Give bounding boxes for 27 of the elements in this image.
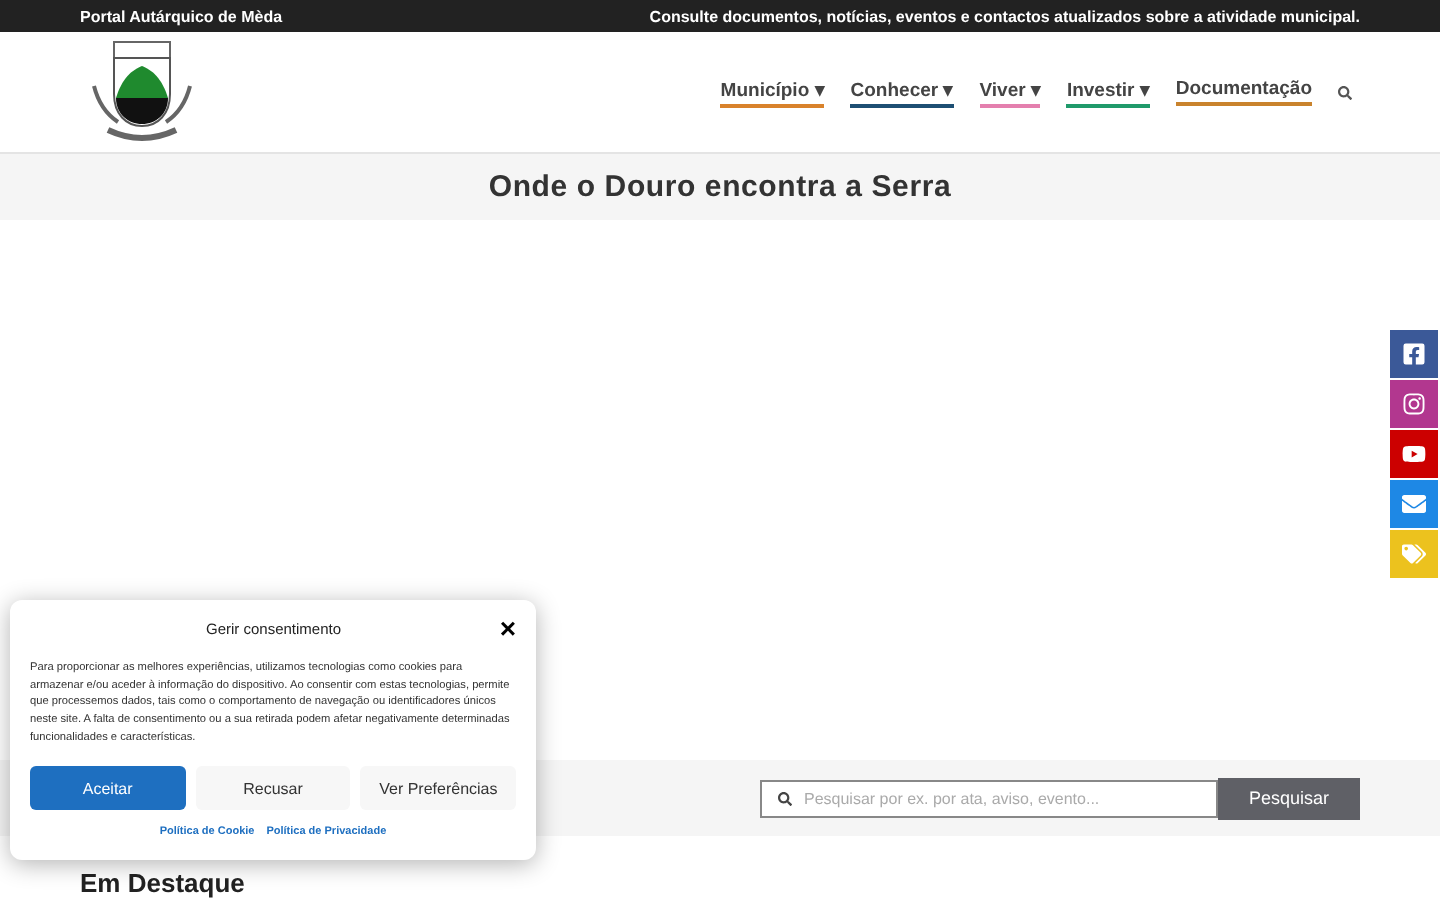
search-field[interactable]: Pesquisar por ex. por ata, aviso, evento... [760, 779, 1218, 817]
nav-link[interactable]: Município ▾ [720, 77, 825, 107]
consent-button[interactable]: Recusar [195, 766, 351, 811]
social-button[interactable] [1390, 430, 1438, 478]
page-title: Onde o Douro encontra a Serra [488, 170, 952, 204]
close-button[interactable]: × [499, 614, 516, 642]
consent-button[interactable]: Aceitar [30, 766, 186, 811]
tag-icon [1402, 542, 1426, 566]
search-button[interactable]: Pesquisar [1218, 777, 1360, 819]
facebook-icon [1402, 342, 1426, 366]
site-name: Portal Autárquico de Mèda [80, 7, 283, 25]
instagram-icon [1402, 392, 1426, 416]
consent-button[interactable]: Ver Preferências [360, 766, 517, 811]
social-button[interactable] [1390, 380, 1438, 428]
tagline: Consulte documentos, notícias, eventos e contactos atualizados sobre a atividade municipal. [649, 7, 1360, 25]
youtube-icon [1402, 442, 1426, 466]
coat-of-arms-logo [88, 38, 196, 146]
email-icon [1402, 492, 1426, 516]
search-icon[interactable] [1338, 85, 1352, 99]
nav-link[interactable]: Documentação [1175, 78, 1312, 106]
social-button[interactable] [1390, 330, 1438, 378]
section-heading: Em Destaque [80, 870, 247, 898]
nav-link[interactable]: Viver ▾ [979, 77, 1041, 107]
social-button[interactable] [1390, 480, 1438, 528]
search-icon [778, 791, 792, 805]
nav-link[interactable]: Investir ▾ [1066, 77, 1150, 107]
nav-link[interactable]: Conhecer ▾ [850, 77, 954, 107]
